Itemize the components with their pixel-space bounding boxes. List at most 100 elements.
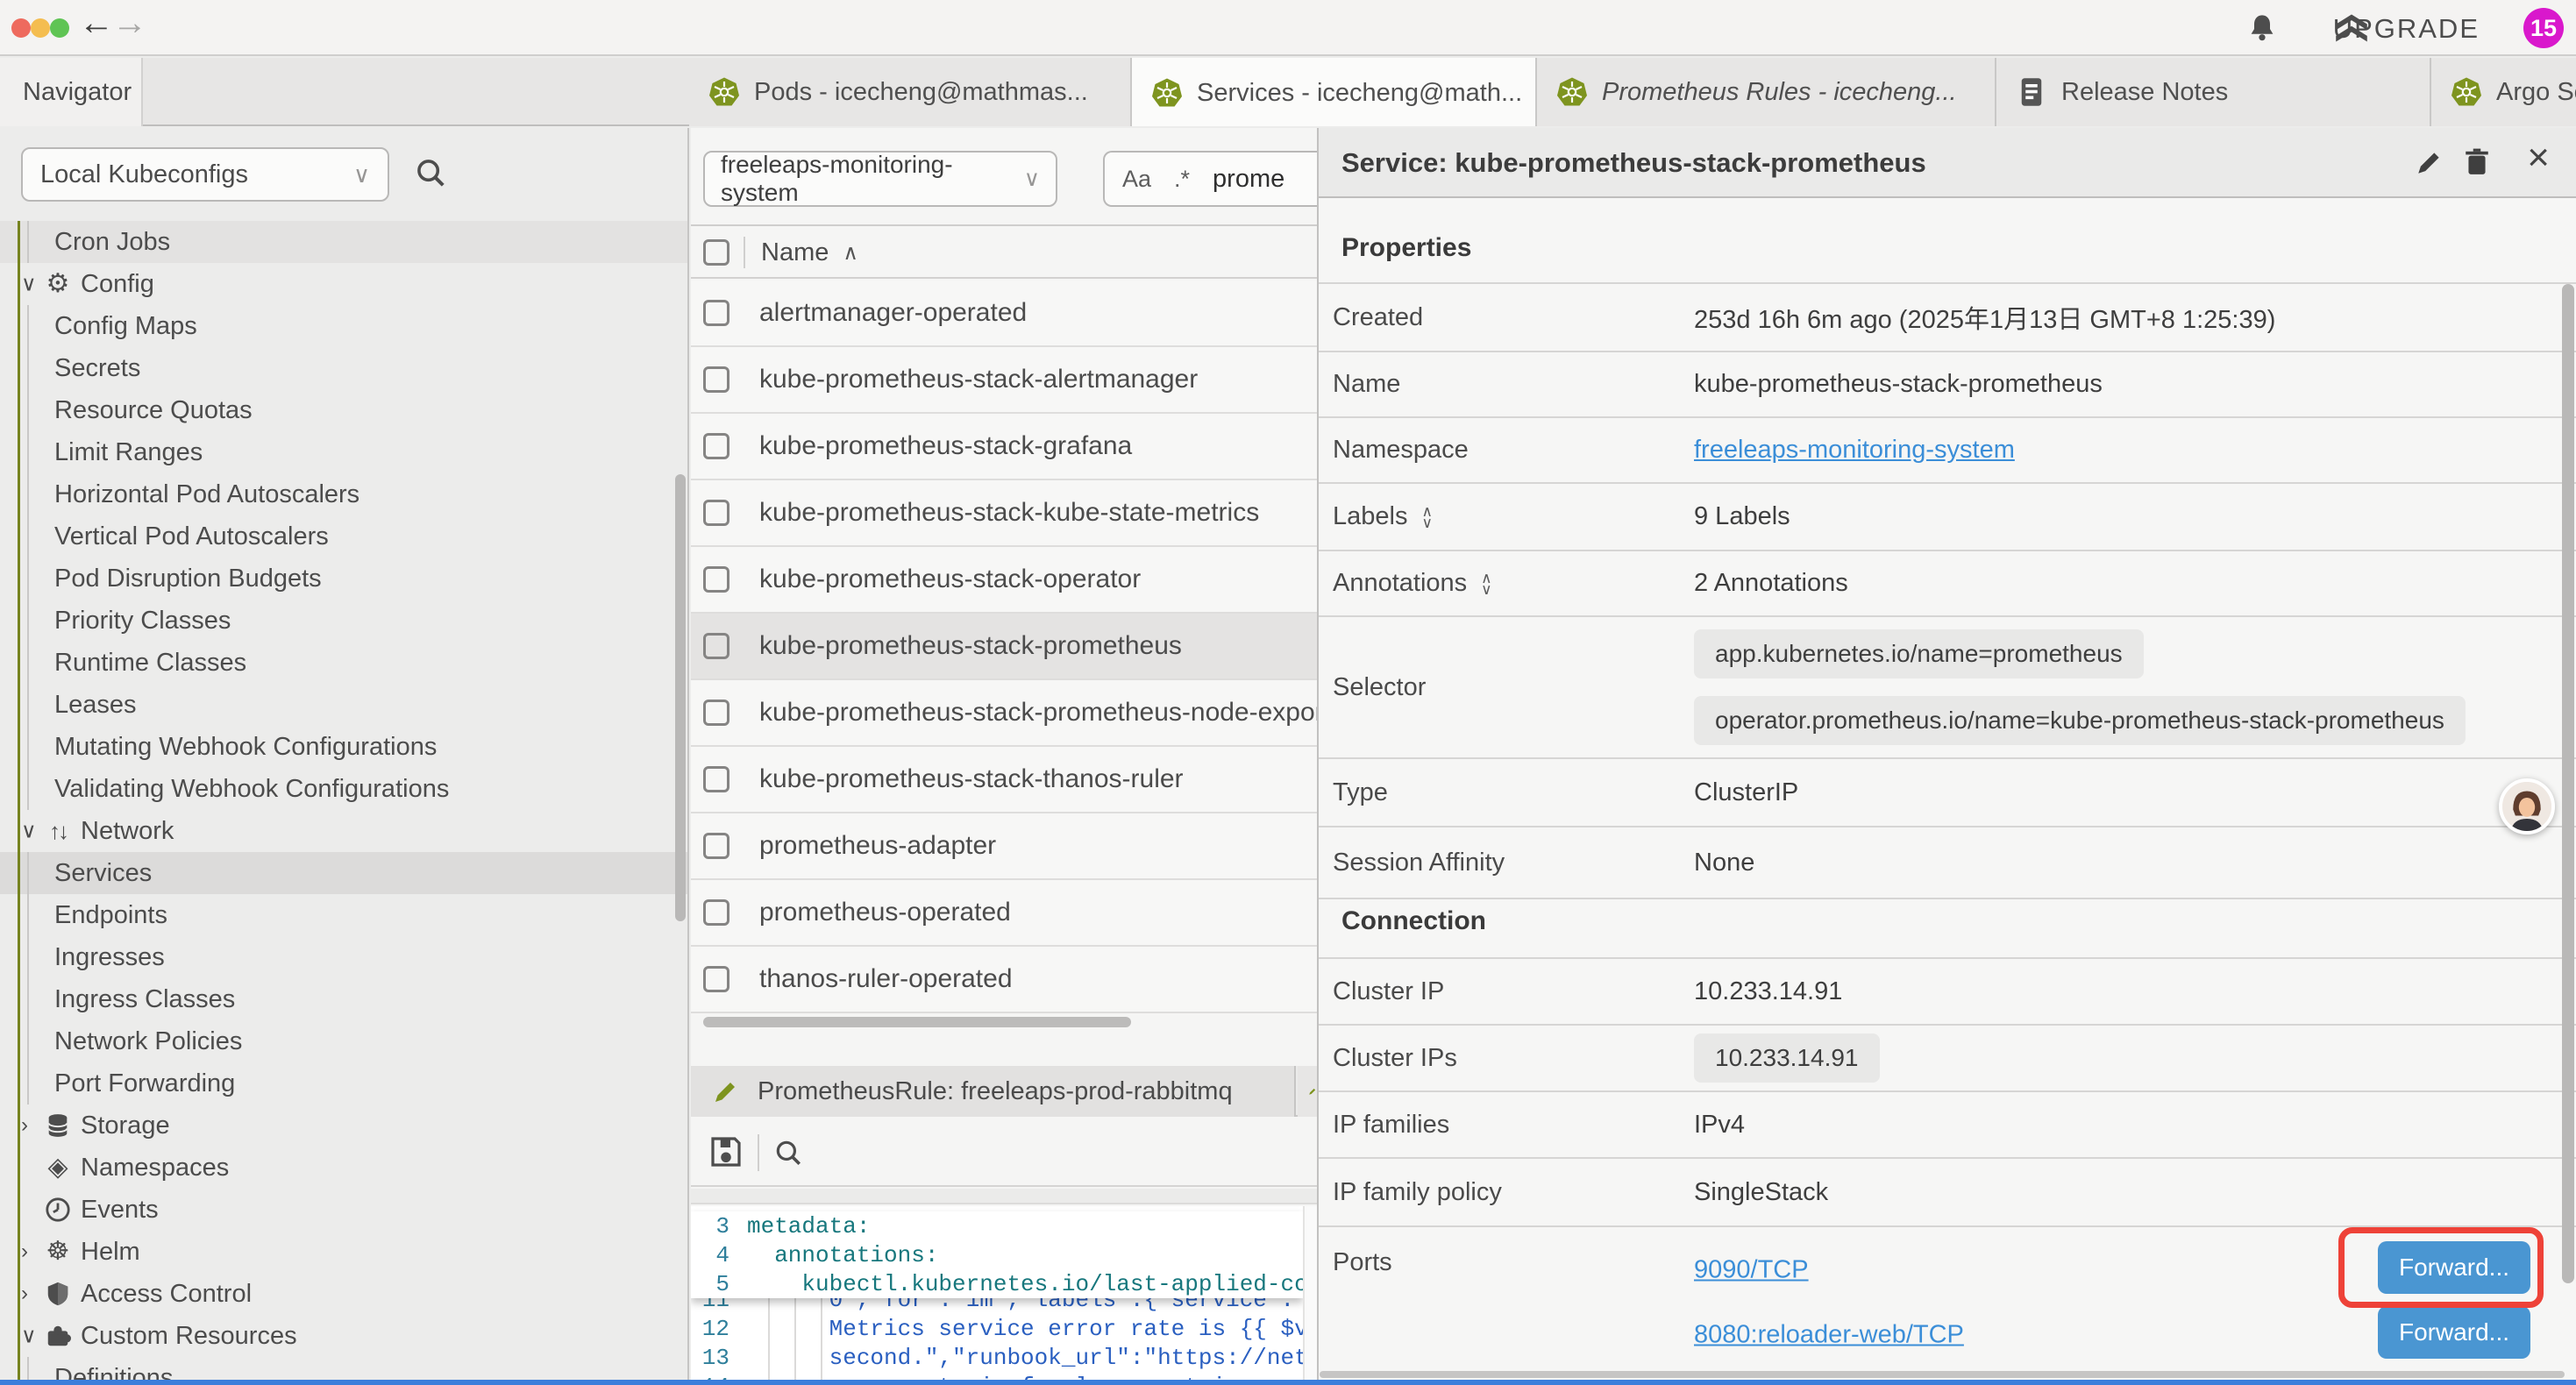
sidebar-item[interactable]: ∨ ↑↓ Network — [0, 810, 687, 852]
sidebar-item[interactable]: › Storage — [0, 1104, 687, 1147]
editor-search-icon[interactable] — [773, 1138, 803, 1172]
sidebar-item[interactable]: Leases — [0, 684, 687, 726]
sidebar-item[interactable]: ◈ Namespaces — [0, 1147, 687, 1189]
app-tab[interactable]: Argo Se — [2431, 58, 2576, 126]
tree-chevron-icon[interactable]: › — [21, 1239, 28, 1264]
row-checkbox[interactable] — [703, 300, 729, 326]
yaml-editor[interactable]: 11 0","for":"1m","labels":{"service":" 1… — [691, 1206, 1317, 1380]
sidebar-item[interactable]: Ingress Classes — [0, 978, 687, 1020]
sidebar-item[interactable]: Secrets — [0, 347, 687, 389]
search-query[interactable]: prome — [1213, 165, 1284, 194]
sidebar-item[interactable]: Events — [0, 1189, 687, 1231]
name-column-header[interactable]: Name — [761, 238, 829, 267]
tab-close-icon[interactable]: × — [1536, 78, 1537, 108]
sidebar-item[interactable]: Validating Webhook Configurations — [0, 768, 687, 810]
table-row[interactable]: kube-prometheus-stack-prometheus — [691, 614, 1317, 680]
app-tab[interactable]: Prometheus Rules - icecheng... — [1537, 58, 1996, 126]
notifications-bell-icon[interactable] — [2246, 12, 2278, 48]
namespace-select[interactable]: freeleaps-monitoring-system ∨ — [703, 151, 1057, 207]
table-row[interactable]: kube-prometheus-stack-prometheus-node-ex… — [691, 680, 1317, 747]
detail-scrollbar[interactable] — [2562, 284, 2574, 1283]
tree-chevron-icon[interactable]: ∨ — [21, 272, 37, 297]
table-row[interactable]: kube-prometheus-stack-operator — [691, 547, 1317, 614]
table-row[interactable]: alertmanager-operated — [691, 281, 1317, 347]
window-horizontal-scrollbar[interactable] — [1320, 1371, 2565, 1378]
forward-button[interactable]: → — [112, 4, 147, 43]
row-checkbox[interactable] — [703, 633, 729, 659]
resource-search-box[interactable]: Aa .* prome — [1103, 151, 1317, 207]
close-icon[interactable]: × — [2527, 138, 2550, 177]
sidebar-item[interactable]: Limit Ranges — [0, 431, 687, 473]
sidebar-item[interactable]: Network Policies — [0, 1020, 687, 1062]
back-button[interactable]: ← — [79, 4, 114, 43]
row-checkbox[interactable] — [703, 433, 729, 459]
sidebar-item[interactable]: Priority Classes — [0, 600, 687, 642]
row-checkbox[interactable] — [703, 366, 729, 393]
namespace-link[interactable]: freeleaps-monitoring-system — [1694, 436, 2015, 465]
editor-tab[interactable]: PrometheusRule: freeleaps-prod-rabbitmq — [691, 1066, 1296, 1117]
select-all-checkbox[interactable] — [703, 239, 729, 266]
minimize-window-button[interactable] — [31, 18, 50, 38]
port-link[interactable]: 9090/TCP — [1694, 1256, 1809, 1285]
sidebar-item[interactable]: Cron Jobs — [0, 221, 687, 263]
sidebar-item[interactable]: Mutating Webhook Configurations — [0, 726, 687, 768]
app-tab[interactable]: Pods - icecheng@mathmas... — [689, 58, 1132, 126]
navigator-panel-tab[interactable]: Navigator — [0, 58, 143, 126]
row-checkbox[interactable] — [703, 899, 729, 926]
sidebar-item[interactable]: ∨ ⚙ Config — [0, 263, 687, 305]
close-window-button[interactable] — [11, 18, 31, 38]
edit-icon[interactable] — [2415, 147, 2444, 181]
sidebar-item[interactable]: ∨ Custom Resources — [0, 1315, 687, 1357]
table-row[interactable]: thanos-ruler-operated — [691, 947, 1317, 1013]
app-tab[interactable]: Release Notes — [1996, 58, 2431, 126]
forward-button[interactable]: Forward... — [2378, 1306, 2530, 1359]
sidebar-item[interactable]: Definitions — [0, 1357, 687, 1380]
tree-chevron-icon[interactable]: ∨ — [21, 819, 37, 844]
expand-collapse-icon[interactable]: ∧∨ — [1481, 572, 1491, 595]
tree-chevron-icon[interactable]: ∨ — [21, 1324, 37, 1349]
sidebar-item[interactable]: Config Maps — [0, 305, 687, 347]
sidebar-search-icon[interactable] — [414, 156, 447, 194]
tree-chevron-icon[interactable]: › — [21, 1282, 28, 1306]
upgrade-button[interactable]: UPGRADE — [2333, 13, 2480, 45]
kubeconfig-select[interactable]: Local Kubeconfigs ∨ — [21, 147, 389, 202]
regex-toggle[interactable]: .* — [1174, 166, 1190, 193]
sidebar-item[interactable]: Runtime Classes — [0, 642, 687, 684]
row-checkbox[interactable] — [703, 833, 729, 859]
row-checkbox[interactable] — [703, 966, 729, 992]
table-row[interactable]: prometheus-operated — [691, 880, 1317, 947]
row-checkbox[interactable] — [703, 566, 729, 593]
table-horizontal-scrollbar[interactable] — [703, 1017, 1131, 1027]
port-link[interactable]: 8080:reloader-web/TCP — [1694, 1321, 1964, 1350]
app-tab[interactable]: Services - icecheng@math... × — [1132, 58, 1537, 126]
editor-scrollbar[interactable] — [1303, 1206, 1317, 1380]
sidebar-item[interactable]: › ☸ Helm — [0, 1231, 687, 1273]
table-row[interactable]: kube-prometheus-stack-grafana — [691, 414, 1317, 480]
tree-chevron-icon[interactable]: › — [21, 1113, 28, 1138]
row-checkbox[interactable] — [703, 700, 729, 726]
sort-ascending-icon[interactable]: ∧ — [843, 240, 858, 266]
row-checkbox[interactable] — [703, 766, 729, 792]
table-row[interactable]: kube-prometheus-stack-kube-state-metrics — [691, 480, 1317, 547]
sidebar-item[interactable]: Port Forwarding — [0, 1062, 687, 1104]
sidebar-item[interactable]: Ingresses — [0, 936, 687, 978]
sidebar-item[interactable]: › Access Control — [0, 1273, 687, 1315]
save-icon[interactable] — [708, 1134, 744, 1174]
sidebar-item[interactable]: Pod Disruption Budgets — [0, 558, 687, 600]
table-row[interactable]: kube-prometheus-stack-thanos-ruler — [691, 747, 1317, 813]
sidebar-item[interactable]: Services — [0, 852, 687, 894]
zoom-window-button[interactable] — [50, 18, 69, 38]
table-row[interactable]: kube-prometheus-stack-alertmanager — [691, 347, 1317, 414]
row-checkbox[interactable] — [703, 500, 729, 526]
editor-tab-partial[interactable] — [1298, 1066, 1317, 1117]
match-case-toggle[interactable]: Aa — [1122, 166, 1151, 193]
expand-collapse-icon[interactable]: ∧∨ — [1421, 506, 1432, 529]
sidebar-item[interactable]: Vertical Pod Autoscalers — [0, 515, 687, 558]
sidebar-item[interactable]: Resource Quotas — [0, 389, 687, 431]
table-row[interactable]: prometheus-adapter — [691, 813, 1317, 880]
profile-badge[interactable]: 15 — [2523, 8, 2564, 48]
sidebar-scrollbar[interactable] — [675, 474, 686, 921]
sidebar-item[interactable]: Horizontal Pod Autoscalers — [0, 473, 687, 515]
avatar[interactable] — [2499, 778, 2555, 835]
sidebar-item[interactable]: Endpoints — [0, 894, 687, 936]
